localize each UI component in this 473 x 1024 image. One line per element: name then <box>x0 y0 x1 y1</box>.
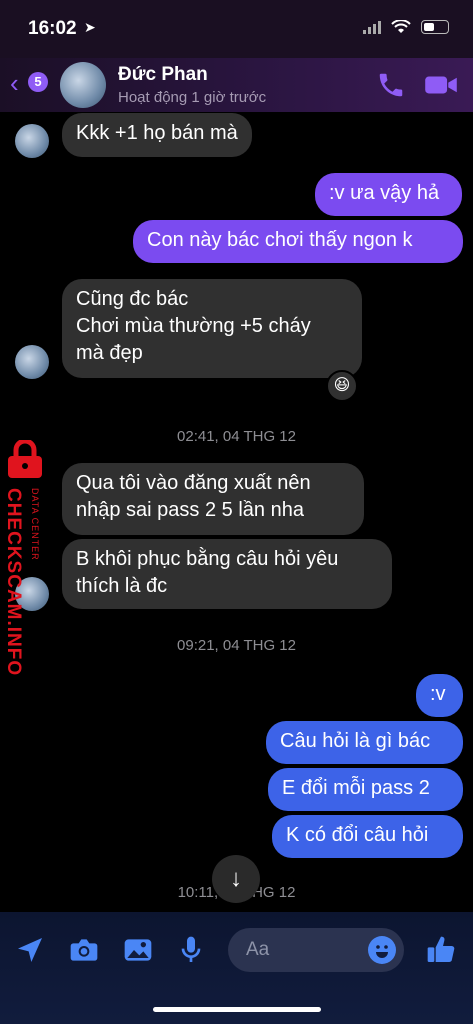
chat-header: ‹ 5 Đức Phan Hoạt động 1 giờ trước <box>0 58 473 112</box>
microphone-icon[interactable] <box>175 934 207 966</box>
message-outgoing[interactable]: E đổi mỗi pass 2 <box>268 768 463 811</box>
avatar[interactable] <box>15 345 49 379</box>
status-icons <box>363 20 449 34</box>
message-incoming[interactable]: Cũng đc bác Chơi mùa thường +5 cháy mà đ… <box>62 279 362 378</box>
status-time: 16:02 <box>28 18 77 39</box>
image-icon[interactable] <box>122 934 154 966</box>
contact-status: Hoạt động 1 giờ trước <box>118 89 267 106</box>
home-indicator <box>153 1007 321 1012</box>
watermark-brand: CHECKSCAM.INFO <box>3 488 24 677</box>
message-incoming[interactable]: Qua tôi vào đăng xuất nên nhập sai pass … <box>62 463 364 535</box>
location-arrow-icon[interactable] <box>14 934 46 966</box>
message-outgoing[interactable]: :v ưa vậy hả <box>315 173 462 216</box>
timestamp: 02:41, 04 THG 12 <box>177 428 296 445</box>
message-outgoing[interactable]: Câu hỏi là gì bác <box>266 721 463 764</box>
status-bar: 16:02 ➤ <box>0 0 473 58</box>
signal-icon <box>363 20 381 34</box>
video-icon[interactable] <box>424 70 458 100</box>
thumbs-up-icon[interactable] <box>425 934 457 966</box>
wifi-icon <box>391 20 411 33</box>
message-input-placeholder: Aa <box>246 939 270 960</box>
avatar[interactable] <box>15 124 49 158</box>
reaction-emoji[interactable]: 😆 <box>326 370 358 402</box>
battery-icon <box>421 20 449 34</box>
message-incoming[interactable]: B khôi phục bằng câu hỏi yêu thích là đc <box>62 539 392 609</box>
message-outgoing[interactable]: K có đổi câu hỏi <box>272 815 463 858</box>
watermark-sub: DATA CENTER <box>30 488 40 561</box>
watermark: CHECKSCAM.INFO DATA CENTER <box>0 440 50 676</box>
avatar[interactable] <box>60 62 106 108</box>
unread-badge[interactable]: 5 <box>28 72 48 92</box>
contact-name[interactable]: Đức Phan <box>118 64 208 86</box>
timestamp: 09:21, 04 THG 12 <box>177 637 296 654</box>
message-outgoing[interactable]: Con này bác chơi thấy ngon k <box>133 220 463 263</box>
message-outgoing[interactable]: :v <box>416 674 463 717</box>
phone-icon[interactable] <box>376 70 406 100</box>
emoji-icon[interactable] <box>368 936 396 964</box>
location-arrow-icon: ➤ <box>84 19 96 35</box>
message-incoming[interactable]: Kkk +1 họ bán mà <box>62 113 252 157</box>
lock-icon <box>8 440 42 478</box>
message-input[interactable]: Aa <box>228 928 404 972</box>
arrow-down-icon[interactable]: ↓ <box>212 855 260 903</box>
camera-icon[interactable] <box>68 934 100 966</box>
chevron-left-icon[interactable]: ‹ <box>10 70 19 96</box>
